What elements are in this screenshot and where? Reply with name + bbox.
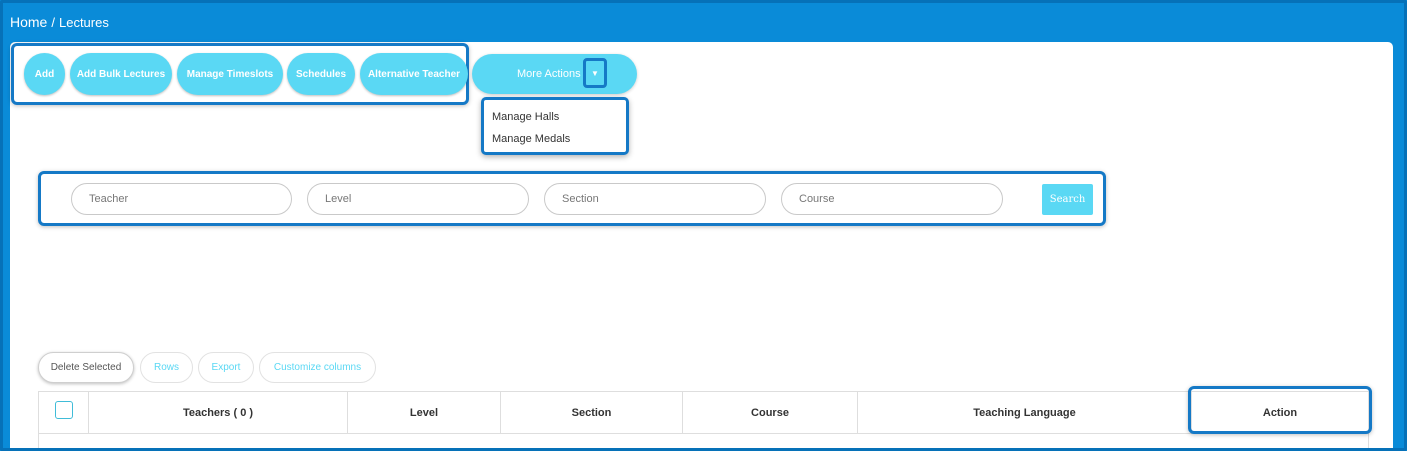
breadcrumb: Home / Lectures bbox=[10, 14, 109, 30]
schedules-button[interactable]: Schedules bbox=[287, 53, 355, 95]
search-button[interactable]: Search bbox=[1042, 184, 1093, 215]
menu-item-manage-medals[interactable]: Manage Medals bbox=[484, 128, 626, 150]
breadcrumb-home[interactable]: Home bbox=[10, 14, 47, 30]
select-all-cell bbox=[39, 392, 89, 433]
export-button[interactable]: Export bbox=[198, 352, 254, 383]
breadcrumb-separator: / bbox=[51, 14, 55, 30]
table-body bbox=[38, 433, 1369, 451]
breadcrumb-current: Lectures bbox=[58, 14, 109, 30]
column-section[interactable]: Section bbox=[501, 392, 683, 433]
section-filter-input[interactable] bbox=[544, 183, 766, 215]
customize-columns-button[interactable]: Customize columns bbox=[259, 352, 376, 383]
column-level[interactable]: Level bbox=[348, 392, 501, 433]
more-actions-button[interactable]: More Actions bbox=[472, 54, 637, 94]
alternative-teacher-button[interactable]: Alternative Teacher bbox=[360, 53, 468, 95]
table-header: Teachers ( 0 ) Level Section Course Teac… bbox=[38, 391, 1369, 434]
manage-timeslots-button[interactable]: Manage Timeslots bbox=[177, 53, 283, 95]
menu-item-manage-halls[interactable]: Manage Halls bbox=[484, 106, 626, 128]
teacher-filter-input[interactable] bbox=[71, 183, 292, 215]
column-teachers[interactable]: Teachers ( 0 ) bbox=[89, 392, 348, 433]
more-actions-label: More Actions bbox=[517, 68, 581, 80]
select-all-checkbox[interactable] bbox=[54, 400, 73, 419]
level-filter-input[interactable] bbox=[307, 183, 529, 215]
delete-selected-button[interactable]: Delete Selected bbox=[38, 352, 134, 383]
course-filter-input[interactable] bbox=[781, 183, 1003, 215]
add-button[interactable]: Add bbox=[24, 53, 65, 95]
rows-button[interactable]: Rows bbox=[140, 352, 193, 383]
caret-down-icon[interactable]: ▼ bbox=[583, 58, 607, 88]
column-teaching-language[interactable]: Teaching Language bbox=[858, 392, 1192, 433]
add-bulk-lectures-button[interactable]: Add Bulk Lectures bbox=[70, 53, 172, 95]
column-course[interactable]: Course bbox=[683, 392, 858, 433]
action-column-highlight bbox=[1188, 386, 1372, 434]
more-actions-dropdown: Manage Halls Manage Medals bbox=[481, 97, 629, 155]
